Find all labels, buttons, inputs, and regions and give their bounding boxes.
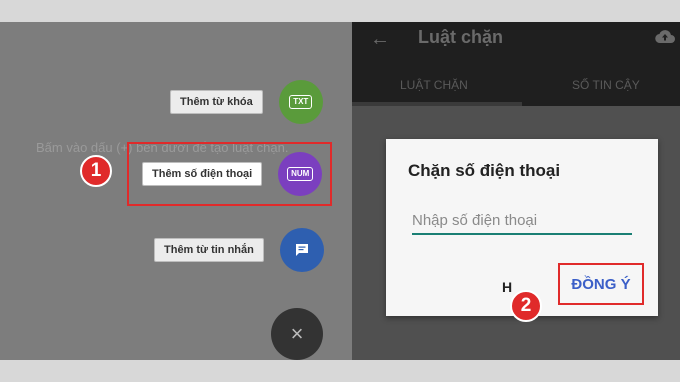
close-menu-button[interactable]: × (271, 308, 323, 360)
txt-icon: TXT (289, 95, 313, 109)
add-keyword-button[interactable]: TXT (278, 80, 323, 124)
add-sms-button[interactable] (279, 228, 324, 272)
cloud-upload-icon[interactable] (654, 29, 676, 45)
add-keyword-label[interactable]: Thêm từ khóa (170, 90, 263, 114)
chat-icon (295, 244, 308, 256)
add-sms-row[interactable]: Thêm từ tin nhắn (154, 228, 324, 272)
step-1-badge: 1 (80, 155, 112, 187)
agree-button[interactable]: ĐỒNG Ý (558, 263, 644, 305)
add-sms-label[interactable]: Thêm từ tin nhắn (154, 238, 264, 262)
cancel-button[interactable]: H (502, 279, 512, 295)
app-bar: ← Luật chặn (352, 22, 680, 64)
tab-bar: LUẬT CHẶN SỐ TIN CẬY (352, 64, 680, 106)
app-title: Luật chặn (418, 27, 504, 47)
close-icon: × (290, 321, 304, 346)
step-1-highlight (127, 142, 332, 206)
tab-block-rules[interactable]: LUẬT CHẶN (400, 78, 468, 92)
phone-number-input[interactable] (412, 207, 632, 235)
back-arrow-icon[interactable]: ← (370, 28, 390, 51)
step-2-badge: 2 (510, 290, 542, 322)
screenshot-frame: Bấm vào dấu (+) bên dưới để tạo luật chặ… (0, 22, 680, 360)
left-panel: Bấm vào dấu (+) bên dưới để tạo luật chặ… (0, 22, 352, 360)
tab-trusted-numbers[interactable]: SỐ TIN CẬY (572, 78, 640, 92)
dialog-title: Chặn số điện thoại (408, 161, 561, 180)
add-keyword-row[interactable]: Thêm từ khóa TXT (170, 80, 323, 124)
